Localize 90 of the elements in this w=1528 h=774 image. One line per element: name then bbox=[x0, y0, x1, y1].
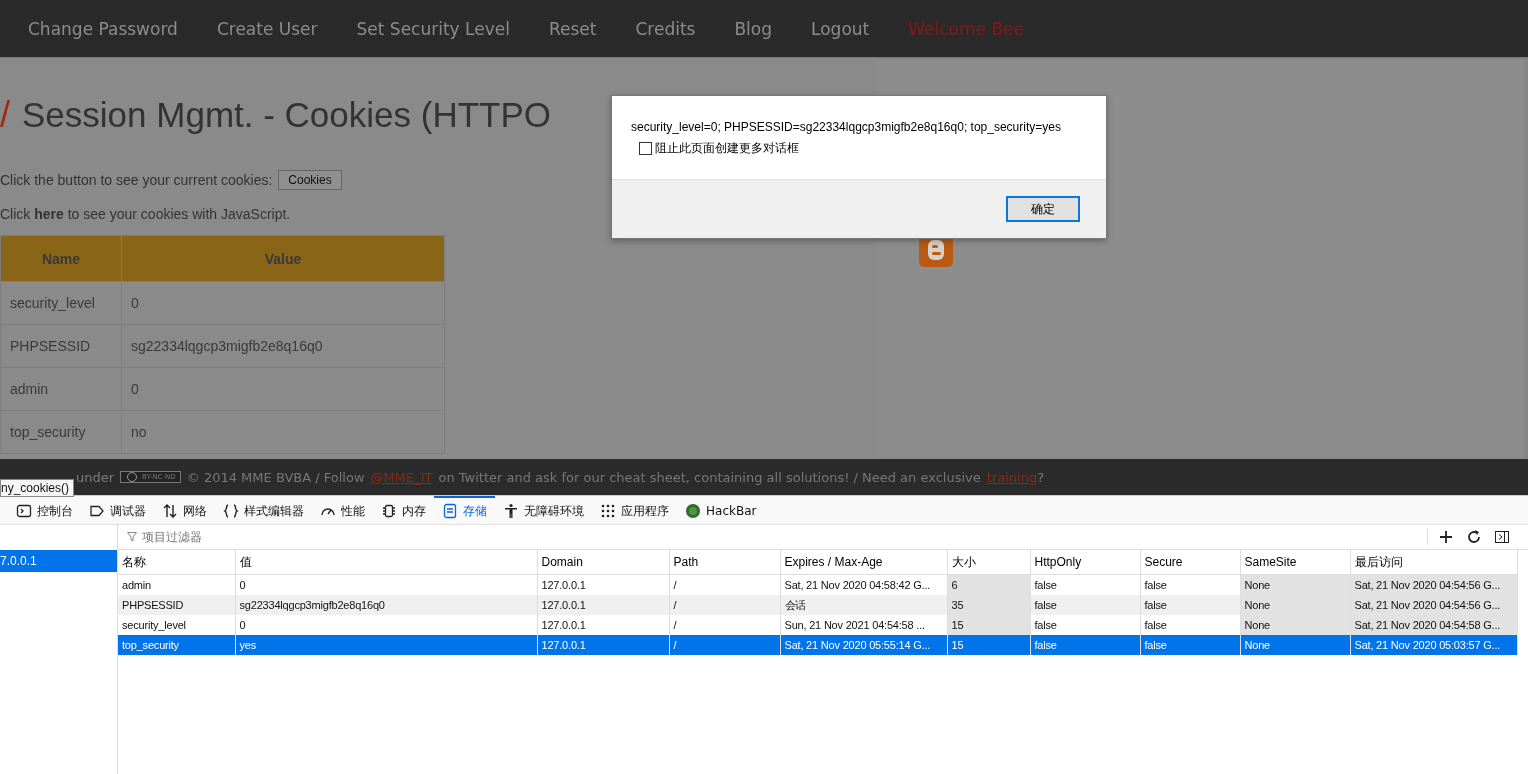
alert-message: security_level=0; PHPSESSID=sg22334lqgcp3migfb2e8q16q0; top_security=yes bbox=[631, 120, 1062, 134]
column-header[interactable]: 名称 bbox=[118, 550, 235, 575]
column-header: Value bbox=[121, 235, 445, 282]
storage-host-item[interactable]: 7.0.0.1 bbox=[0, 550, 117, 572]
footer-text: under bbox=[76, 469, 115, 485]
devtools-tab[interactable]: 存储 bbox=[434, 496, 495, 524]
footer-text: © 2014 MME BVBA / Follow bbox=[186, 469, 365, 485]
table-cell: security_level bbox=[0, 281, 122, 325]
accessibility-icon bbox=[503, 503, 519, 519]
javascript-link-text[interactable]: Click here to see your cookies with JavaScript. bbox=[0, 206, 291, 222]
footer-text: ? bbox=[1037, 469, 1045, 485]
table-cell: None bbox=[1240, 595, 1350, 615]
column-header[interactable]: Domain bbox=[537, 550, 669, 575]
table-cell: Sat, 21 Nov 2020 05:55:14 G... bbox=[780, 635, 947, 655]
table-cell: sg22334lqgcp3migfb2e8q16q0 bbox=[235, 595, 537, 615]
table-cell: 0 bbox=[121, 367, 445, 411]
console-icon bbox=[16, 503, 32, 519]
column-header: Name bbox=[0, 235, 122, 282]
apps-icon bbox=[600, 503, 616, 519]
checkbox-label[interactable]: 阻止此页面创建更多对话框 bbox=[655, 140, 799, 157]
memory-icon bbox=[381, 503, 397, 519]
column-header[interactable]: Expires / Max-Age bbox=[780, 550, 947, 575]
nav-link[interactable]: Blog bbox=[734, 18, 773, 39]
table-cell: None bbox=[1240, 615, 1350, 635]
title-mark: / bbox=[0, 93, 10, 136]
devtools-tab[interactable]: 内存 bbox=[373, 496, 434, 524]
devtools-tab[interactable]: 网络 bbox=[154, 496, 215, 524]
table-cell: PHPSESSID bbox=[0, 324, 122, 368]
ok-button[interactable]: 确定 bbox=[1006, 196, 1080, 222]
table-cell: false bbox=[1140, 595, 1240, 615]
nav-link[interactable]: Create User bbox=[216, 18, 318, 39]
devtools-tab[interactable]: 性能 bbox=[312, 496, 373, 524]
table-cell: PHPSESSID bbox=[118, 595, 235, 615]
devtools-tab[interactable]: 调试器 bbox=[81, 496, 154, 524]
table-cell: false bbox=[1030, 635, 1140, 655]
devtools-tab[interactable]: HackBar bbox=[677, 496, 765, 524]
table-cell: / bbox=[669, 595, 780, 615]
table-cell: 会话 bbox=[780, 595, 947, 615]
table-cell: sg22334lqgcp3migfb2e8q16q0 bbox=[121, 324, 445, 368]
nav-link[interactable]: Credits bbox=[635, 18, 696, 39]
storage-icon bbox=[442, 503, 458, 519]
welcome-text: Welcome Bee bbox=[908, 18, 1024, 39]
table-cell: 35 bbox=[947, 595, 1030, 615]
style-icon bbox=[223, 503, 239, 519]
table-cell: Sat, 21 Nov 2020 04:54:58 G... bbox=[1350, 615, 1517, 635]
column-header[interactable]: 值 bbox=[235, 550, 537, 575]
footer-text: on Twitter and ask for our cheat sheet, containing all solutions! / Need an exclusive bbox=[438, 469, 981, 485]
table-cell: Sat, 21 Nov 2020 05:03:57 G... bbox=[1350, 635, 1517, 655]
table-cell: false bbox=[1140, 635, 1240, 655]
nav-link[interactable]: Logout bbox=[811, 18, 870, 39]
column-header[interactable]: HttpOnly bbox=[1030, 550, 1140, 575]
table-cell: no bbox=[121, 410, 445, 454]
debugger-icon bbox=[89, 503, 105, 519]
hackbar-icon bbox=[685, 503, 701, 519]
table-cell: / bbox=[669, 635, 780, 655]
table-cell: yes bbox=[235, 635, 537, 655]
column-header[interactable]: 最后访问 bbox=[1350, 550, 1517, 575]
add-icon[interactable] bbox=[1438, 529, 1454, 545]
cookies-button[interactable]: Cookies bbox=[278, 170, 342, 190]
filter-icon bbox=[127, 532, 137, 542]
nav-link[interactable]: Reset bbox=[548, 18, 597, 39]
table-cell: 15 bbox=[947, 615, 1030, 635]
tooltip: ny_cookies() bbox=[0, 479, 75, 497]
table-cell: top_security bbox=[0, 410, 122, 454]
nav-link[interactable]: Set Security Level bbox=[356, 18, 510, 39]
devtools-tab[interactable]: 无障碍环境 bbox=[495, 496, 592, 524]
nav-link[interactable]: Change Password bbox=[28, 18, 178, 39]
table-cell: 127.0.0.1 bbox=[537, 635, 669, 655]
devtools-tab[interactable]: 样式编辑器 bbox=[215, 496, 312, 524]
table-cell: top_security bbox=[118, 635, 235, 655]
table-cell: false bbox=[1030, 595, 1140, 615]
devtools-tab[interactable]: 应用程序 bbox=[592, 496, 677, 524]
column-header[interactable]: SameSite bbox=[1240, 550, 1350, 575]
table-cell: 15 bbox=[947, 635, 1030, 655]
checkbox[interactable] bbox=[639, 142, 652, 155]
refresh-icon[interactable] bbox=[1466, 529, 1482, 545]
page-title: Session Mgmt. - Cookies (HTTPO bbox=[22, 94, 551, 135]
table-cell: Sat, 21 Nov 2020 04:54:56 G... bbox=[1350, 595, 1517, 615]
cc-icon bbox=[125, 472, 140, 482]
table-cell: admin bbox=[0, 367, 122, 411]
table-cell: None bbox=[1240, 635, 1350, 655]
column-header[interactable]: Path bbox=[669, 550, 780, 575]
column-header[interactable]: 大小 bbox=[947, 550, 1030, 575]
table-cell: 127.0.0.1 bbox=[537, 595, 669, 615]
sidebar-toggle-icon[interactable] bbox=[1494, 529, 1510, 545]
intro-text: Click the button to see your current cookies: bbox=[0, 172, 273, 188]
table-cell: 0 bbox=[121, 281, 445, 325]
network-icon bbox=[162, 503, 178, 519]
devtools-tab[interactable]: 控制台 bbox=[8, 496, 81, 524]
column-header[interactable]: Secure bbox=[1140, 550, 1240, 575]
